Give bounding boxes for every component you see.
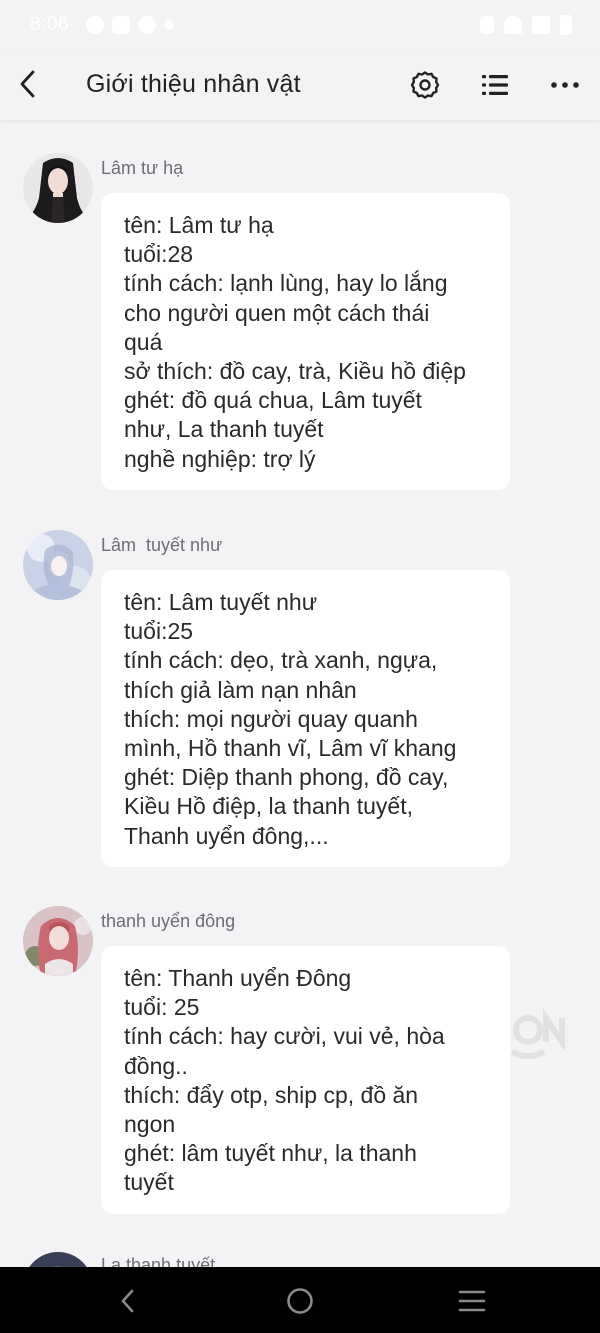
message-line: tính cách: dẹo, trà xanh, ngựa, <box>124 647 438 674</box>
message-line: thích giả làm nạn nhân <box>124 676 357 703</box>
chevron-left-icon <box>20 70 35 98</box>
chat-bubble-icon <box>138 16 156 34</box>
message-line: Thanh uyển đông,... <box>124 822 329 849</box>
dot-icon <box>164 20 174 30</box>
battery-icon <box>560 15 572 35</box>
wifi-icon <box>504 16 522 34</box>
message-line: quá <box>124 328 163 355</box>
message-line: tính cách: lạnh lùng, hay lo lắng <box>124 270 448 297</box>
message-line: thích: mọi người quay quanh <box>124 705 418 732</box>
message-line: mình, Hồ thanh vĩ, Lâm vĩ khang <box>124 735 457 762</box>
message-line: nghề nghiệp: trợ lý <box>124 445 316 472</box>
photo-icon <box>112 16 130 34</box>
gear-icon <box>86 16 104 34</box>
watermark-logo <box>510 1008 565 1059</box>
list-button[interactable] <box>478 68 512 102</box>
avatar-image <box>23 153 93 223</box>
system-recents-button[interactable] <box>452 1281 492 1321</box>
message-line: Kiều Hồ điệp, la thanh tuyết, <box>124 793 413 820</box>
settings-button[interactable] <box>408 68 442 102</box>
notification-icons <box>86 14 174 36</box>
sender-name: thanh uyển đông <box>101 911 236 931</box>
signal-icon <box>532 16 550 34</box>
message-line: cho người quen một cách thái <box>124 299 430 326</box>
settings-icon <box>410 71 440 99</box>
message-line: tên: Thanh uyển Đông <box>124 965 352 991</box>
message-line: như, La thanh tuyết <box>124 416 324 443</box>
sender-name: Lâm tuyết như <box>101 535 223 555</box>
system-nav-bar <box>0 1267 600 1333</box>
message-line: tuổi:25 <box>124 618 194 645</box>
back-icon <box>121 1289 134 1313</box>
message-line: thích: đẩy otp, ship cp, đồ ăn <box>124 1081 419 1108</box>
message-bubble[interactable]: tên: Thanh uyển Đông tuổi: 25 tính cách:… <box>101 946 510 1214</box>
system-home-button[interactable] <box>280 1281 320 1321</box>
message-line: tính cách: hay cười, vui vẻ, hòa <box>124 1023 445 1050</box>
message-line: ghét: Diệp thanh phong, đồ cay, <box>124 764 449 791</box>
back-button[interactable] <box>12 66 44 102</box>
recents-icon <box>458 1290 486 1312</box>
message-line: đồng.. <box>124 1052 188 1079</box>
status-time: 8:06 <box>30 14 69 35</box>
status-bar: 8:06 <box>0 0 600 50</box>
system-icons <box>480 14 572 36</box>
more-options-button[interactable] <box>548 68 582 102</box>
home-icon <box>287 1288 313 1314</box>
message-line: ghét: đồ quá chua, Lâm tuyết <box>124 387 422 414</box>
avatar[interactable] <box>23 153 93 223</box>
message-list[interactable]: Lâm tư hạ tên: Lâm tư hạ tuổi:28 tính cá… <box>0 122 600 1267</box>
avatar-image <box>23 906 93 976</box>
avatar-image <box>23 1252 93 1267</box>
sender-name: La thanh tuyết <box>101 1255 216 1267</box>
message-line: ghét: lâm tuyết như, la thanh <box>124 1140 417 1167</box>
message-bubble[interactable]: tên: Lâm tuyết như tuổi:25 tính cách: dẹ… <box>101 570 510 867</box>
avatar-image <box>23 530 93 600</box>
page-title: Giới thiệu nhân vật <box>86 70 301 98</box>
list-icon <box>482 75 508 95</box>
message-line: tuổi:28 <box>124 241 194 268</box>
message-line: tên: Lâm tư hạ <box>124 212 274 238</box>
message-line: tuyết <box>124 1169 174 1196</box>
message-line: ngon <box>124 1111 176 1138</box>
message-line: tuổi: 25 <box>124 994 200 1021</box>
vibrate-icon <box>480 16 494 34</box>
avatar[interactable] <box>23 1252 93 1267</box>
message-line: tên: Lâm tuyết như <box>124 589 318 615</box>
app-header: Giới thiệu nhân vật <box>0 50 600 120</box>
avatar[interactable] <box>23 906 93 976</box>
more-icon <box>551 82 579 88</box>
sender-name: Lâm tư hạ <box>101 158 184 178</box>
avatar[interactable] <box>23 530 93 600</box>
system-back-button[interactable] <box>108 1281 148 1321</box>
message-line: sở thích: đồ cay, trà, Kiều hồ điệp <box>124 358 466 385</box>
message-bubble[interactable]: tên: Lâm tư hạ tuổi:28 tính cách: lạnh l… <box>101 193 510 490</box>
